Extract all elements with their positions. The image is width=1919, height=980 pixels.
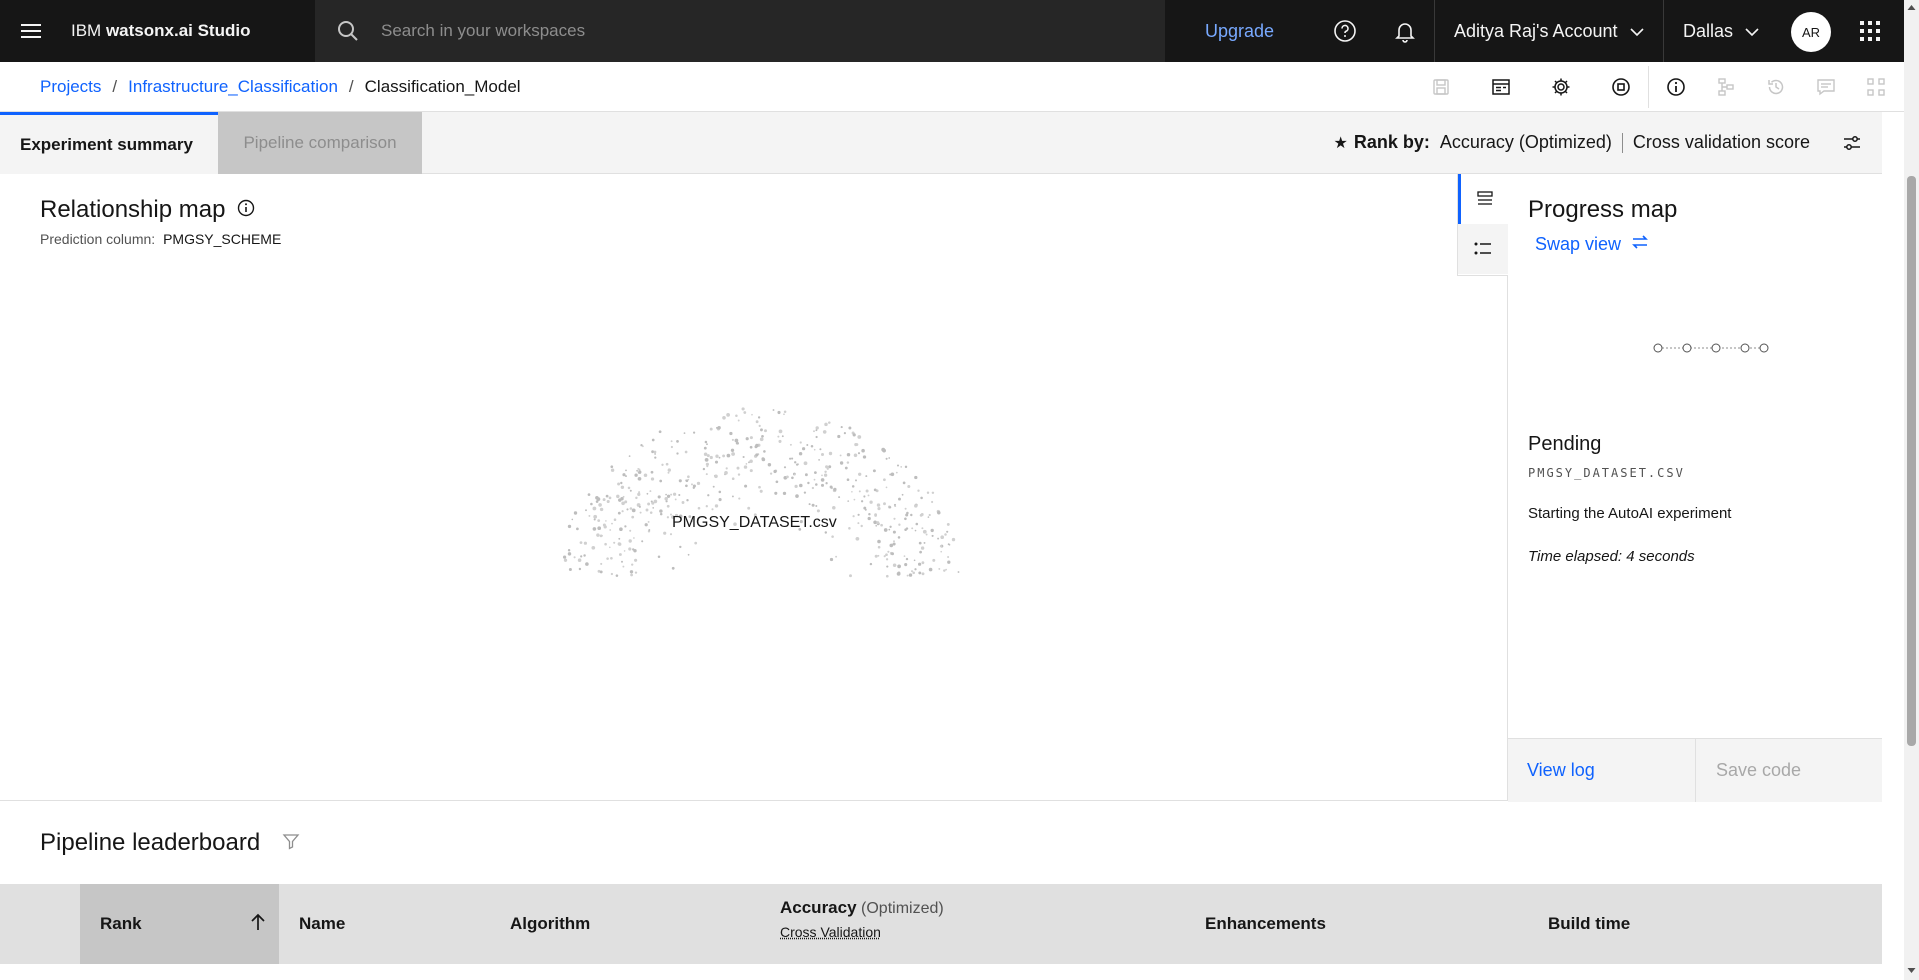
table-icon[interactable]	[1488, 74, 1514, 100]
tree-icon[interactable]	[1713, 74, 1739, 100]
leaderboard-title: Pipeline leaderboard	[40, 829, 300, 857]
cross-validation-link[interactable]: Cross Validation	[780, 924, 944, 940]
upgrade-link[interactable]: Upgrade	[1205, 21, 1274, 42]
column-rank-label: Rank	[100, 914, 142, 933]
top-header: IBM watsonx.ai Studio Upgrade Aditya Raj…	[0, 0, 1919, 62]
list-view-icon[interactable]	[1458, 174, 1508, 224]
leaderboard-heading: Pipeline leaderboard	[40, 829, 261, 856]
leaderboard-table-header: Rank Name Algorithm Accuracy (Optimized)…	[0, 884, 1882, 964]
save-icon[interactable]	[1428, 74, 1454, 100]
progress-step	[1711, 343, 1721, 353]
comment-icon[interactable]	[1813, 74, 1839, 100]
prediction-label: Prediction column:	[40, 231, 156, 247]
rank-by-metric: Accuracy (Optimized)	[1439, 132, 1612, 152]
account-label: Aditya Raj's Account	[1454, 20, 1618, 41]
menu-icon[interactable]	[0, 0, 62, 62]
rank-by[interactable]: ★ Rank by: Accuracy (Optimized) Cross va…	[1333, 132, 1810, 153]
tab-experiment-summary[interactable]: Experiment summary	[0, 112, 218, 174]
page-scrollbar[interactable]	[1904, 0, 1919, 980]
breadcrumb-separator: /	[112, 77, 118, 96]
star-icon: ★	[1333, 134, 1348, 152]
column-rank[interactable]: Rank	[80, 884, 279, 964]
column-accuracy-label: Accuracy	[780, 898, 857, 917]
info-icon[interactable]	[237, 196, 255, 224]
relationship-map-panel: Relationship map Prediction column: PMGS…	[0, 174, 1508, 801]
notification-icon[interactable]	[1391, 17, 1419, 45]
progress-map-panel: Progress map Swap view Pending PMGSY_DAT…	[1508, 174, 1882, 802]
save-code-button[interactable]: Save code	[1696, 739, 1882, 802]
breadcrumb: Projects / Infrastructure_Classification…	[40, 77, 521, 97]
column-name[interactable]: Name	[299, 884, 345, 964]
prediction-column: Prediction column: PMGSY_SCHEME	[40, 231, 281, 247]
breadcrumb-project[interactable]: Infrastructure_Classification	[128, 77, 338, 97]
column-accuracy-note: (Optimized)	[861, 900, 944, 917]
relationship-map-title: Relationship map	[40, 196, 255, 224]
progress-map-title: Progress map	[1528, 196, 1678, 223]
chevron-down-icon	[1745, 21, 1759, 42]
toolbar-divider	[1648, 66, 1649, 108]
swap-icon	[1631, 234, 1649, 255]
column-algorithm[interactable]: Algorithm	[510, 884, 590, 964]
avatar[interactable]: AR	[1791, 12, 1831, 52]
rank-by-score: Cross validation score	[1632, 132, 1810, 152]
rank-by-label: Rank by:	[1353, 132, 1430, 152]
info-icon[interactable]	[1663, 74, 1689, 100]
search-icon[interactable]	[315, 20, 381, 42]
progress-file: PMGSY_DATASET.CSV	[1528, 466, 1685, 480]
progress-steps	[1653, 343, 1769, 353]
history-icon[interactable]	[1763, 74, 1789, 100]
bullet-list-icon[interactable]	[1458, 224, 1508, 274]
region-switcher[interactable]: Dallas	[1664, 0, 1779, 62]
breadcrumb-bar: Projects / Infrastructure_Classification…	[0, 62, 1904, 112]
column-build-time[interactable]: Build time	[1548, 884, 1630, 964]
app-switcher-icon[interactable]	[1856, 17, 1884, 45]
search-input[interactable]	[381, 21, 1121, 41]
swap-view-link[interactable]: Swap view	[1535, 234, 1649, 255]
brand-prefix: IBM	[71, 21, 106, 40]
scroll-thumb[interactable]	[1907, 176, 1916, 746]
prediction-value: PMGSY_SCHEME	[163, 231, 282, 247]
progress-step	[1740, 343, 1750, 353]
brand-logo[interactable]: IBM watsonx.ai Studio	[62, 21, 315, 41]
time-elapsed: Time elapsed: 4 seconds	[1528, 548, 1695, 565]
filter-icon[interactable]	[282, 829, 300, 857]
flow-icon[interactable]	[1863, 74, 1889, 100]
stop-icon[interactable]	[1608, 74, 1634, 100]
view-log-button[interactable]: View log	[1508, 739, 1696, 802]
arrow-up-icon[interactable]	[249, 912, 267, 937]
brand-name: watsonx.ai Studio	[105, 21, 251, 40]
progress-step	[1759, 343, 1769, 353]
relationship-map-visualization	[562, 407, 960, 578]
progress-message: Starting the AutoAI experiment	[1528, 505, 1732, 522]
search-bar	[315, 0, 1165, 62]
breadcrumb-current: Classification_Model	[364, 77, 521, 96]
dataset-node-label[interactable]: PMGSY_DATASET.csv	[672, 514, 837, 532]
breadcrumb-separator: /	[348, 77, 354, 96]
tab-pipeline-comparison[interactable]: Pipeline comparison	[218, 112, 422, 174]
chevron-down-icon	[1629, 21, 1644, 42]
progress-step	[1682, 343, 1692, 353]
scroll-up-icon[interactable]	[1907, 3, 1916, 12]
breadcrumb-projects[interactable]: Projects	[40, 77, 101, 97]
relationship-map-heading: Relationship map	[40, 196, 226, 223]
adjust-icon[interactable]	[1839, 130, 1865, 156]
column-accuracy[interactable]: Accuracy (Optimized) Cross Validation	[780, 898, 944, 940]
progress-step	[1653, 343, 1663, 353]
progress-footer: View log Save code	[1508, 738, 1882, 802]
rank-by-separator	[1621, 132, 1623, 153]
scroll-down-icon[interactable]	[1907, 966, 1916, 975]
progress-status: Pending	[1528, 433, 1602, 455]
tab-bar: Experiment summary Pipeline comparison ★…	[0, 112, 1882, 174]
column-enhancements[interactable]: Enhancements	[1205, 884, 1326, 964]
help-icon[interactable]	[1331, 17, 1359, 45]
account-switcher[interactable]: Aditya Raj's Account	[1434, 0, 1664, 62]
region-label: Dallas	[1683, 20, 1734, 41]
swap-view-label: Swap view	[1535, 234, 1622, 254]
settings-icon[interactable]	[1548, 74, 1574, 100]
view-toggle	[1457, 174, 1508, 276]
